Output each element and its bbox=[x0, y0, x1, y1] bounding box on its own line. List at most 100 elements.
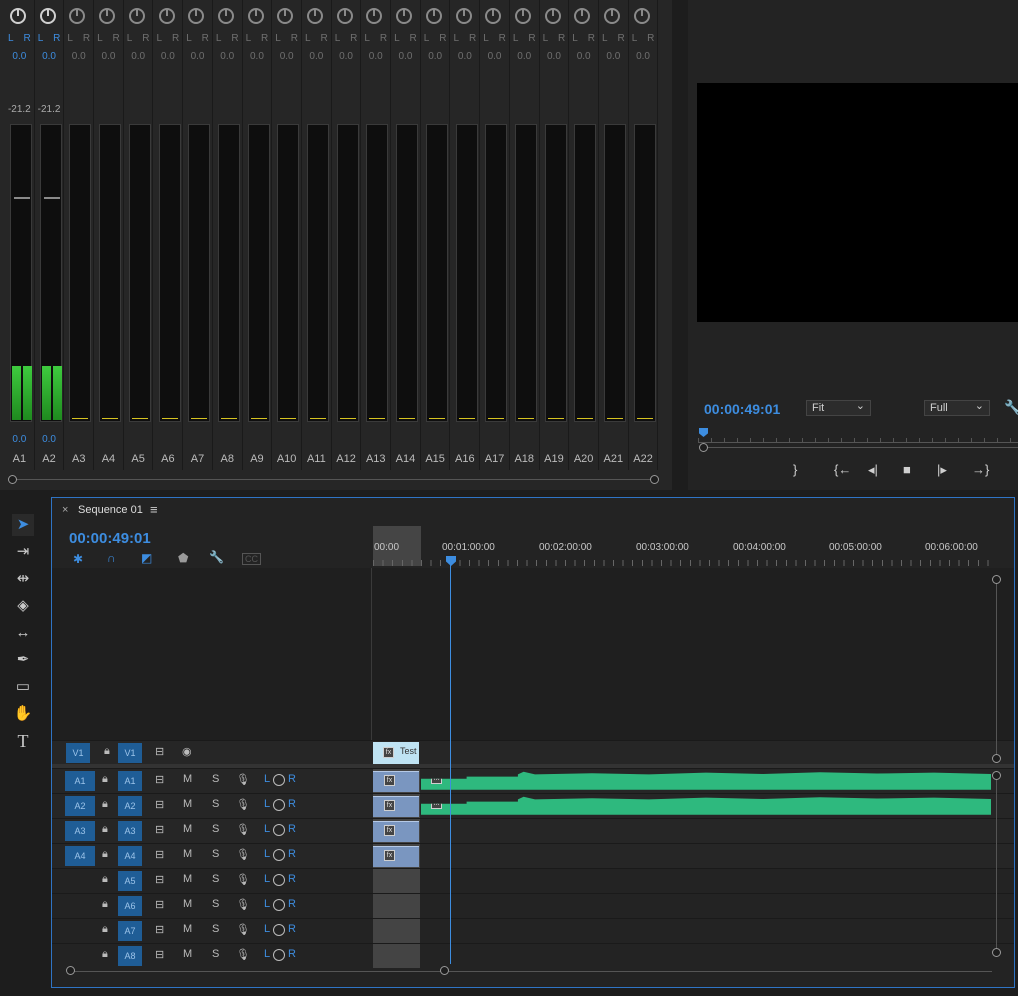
pan-knob[interactable] bbox=[277, 8, 294, 24]
pan-knob-icon[interactable] bbox=[273, 949, 285, 961]
track-target[interactable]: A4 bbox=[118, 846, 142, 866]
volume-meter[interactable] bbox=[188, 124, 211, 422]
pan-knob-icon[interactable] bbox=[273, 774, 285, 786]
pan-knob[interactable] bbox=[633, 8, 650, 24]
volume-meter[interactable] bbox=[544, 124, 567, 422]
lock-icon[interactable]: 🔒︎ bbox=[102, 823, 108, 836]
lock-icon[interactable]: 🔒︎ bbox=[102, 873, 108, 886]
sequence-tab[interactable]: Sequence 01 bbox=[78, 504, 143, 516]
track-target[interactable]: A5 bbox=[118, 871, 142, 891]
volume-meter[interactable] bbox=[158, 124, 181, 422]
volume-meter[interactable] bbox=[10, 124, 32, 422]
snap-icon[interactable]: ∩ bbox=[107, 551, 116, 565]
slip-tool-icon[interactable]: ↔ bbox=[12, 622, 34, 644]
timeline-scroll-end-handle[interactable] bbox=[440, 966, 449, 975]
audio-scroll-bottom-handle[interactable] bbox=[992, 948, 1001, 957]
pan-value[interactable]: 0.0 bbox=[94, 51, 123, 62]
hand-tool-icon[interactable]: ✋ bbox=[12, 703, 34, 725]
volume-meter[interactable] bbox=[485, 124, 508, 422]
monitor-zoom-bar[interactable] bbox=[702, 447, 1018, 448]
pan-value[interactable]: 0.0 bbox=[391, 51, 420, 62]
add-marker-icon[interactable]: ⬟ bbox=[178, 551, 188, 565]
sync-lock-icon[interactable]: ⊟ bbox=[155, 948, 164, 961]
eye-icon[interactable]: ◉ bbox=[182, 745, 192, 758]
video-scroll-top-handle[interactable] bbox=[992, 575, 1001, 584]
volume-meter[interactable] bbox=[99, 124, 122, 422]
volume-value[interactable]: 0.0 bbox=[5, 434, 34, 445]
pan-value[interactable]: 0.0 bbox=[302, 51, 331, 62]
mute-button[interactable]: M bbox=[183, 798, 192, 810]
source-patch[interactable]: A4 bbox=[65, 846, 95, 866]
video-clip-test[interactable]: fx Test bbox=[373, 742, 419, 764]
volume-meter[interactable] bbox=[217, 124, 240, 422]
pan-knob[interactable] bbox=[247, 8, 264, 24]
track-target[interactable]: A3 bbox=[118, 821, 142, 841]
pan-value[interactable]: 0.0 bbox=[421, 51, 450, 62]
volume-meter[interactable] bbox=[336, 124, 359, 422]
pan-knob[interactable] bbox=[158, 8, 175, 24]
pan-value[interactable]: 0.0 bbox=[213, 51, 242, 62]
timeline-scroll-start-handle[interactable] bbox=[66, 966, 75, 975]
pan-value[interactable]: 0.0 bbox=[451, 51, 480, 62]
lock-icon[interactable]: 🔒︎ bbox=[102, 848, 108, 861]
audio-waveform-clip[interactable]: fx bbox=[421, 771, 991, 790]
mute-button[interactable]: M bbox=[183, 823, 192, 835]
sync-lock-icon[interactable]: ⊟ bbox=[155, 898, 164, 911]
volume-meter[interactable] bbox=[128, 124, 151, 422]
volume-meter[interactable] bbox=[247, 124, 270, 422]
pan-value[interactable]: 0.0 bbox=[272, 51, 301, 62]
pan-value[interactable]: 0.0 bbox=[629, 51, 658, 62]
track-target[interactable]: A8 bbox=[118, 946, 142, 966]
lock-icon[interactable]: 🔒︎ bbox=[104, 745, 110, 758]
step-forward-button[interactable]: |▸ bbox=[937, 462, 947, 478]
video-scroll-bottom-handle[interactable] bbox=[992, 754, 1001, 763]
lock-icon[interactable]: 🔒︎ bbox=[102, 798, 108, 811]
track-select-tool-icon[interactable]: ⇥ bbox=[12, 541, 34, 563]
pan-knob[interactable] bbox=[217, 8, 234, 24]
playhead-line[interactable] bbox=[450, 564, 451, 964]
volume-meter[interactable] bbox=[455, 124, 478, 422]
pan-value[interactable]: 0.0 bbox=[183, 51, 212, 62]
razor-tool-icon[interactable]: ◈ bbox=[12, 595, 34, 617]
volume-meter[interactable] bbox=[366, 124, 389, 422]
microphone-icon[interactable]: 🎙︎ bbox=[236, 773, 250, 786]
type-tool-icon[interactable]: T bbox=[12, 730, 34, 752]
solo-button[interactable]: S bbox=[212, 773, 219, 785]
pan-knob[interactable] bbox=[455, 8, 472, 24]
pan-knob[interactable] bbox=[307, 8, 323, 24]
sync-lock-icon[interactable]: ⊟ bbox=[155, 873, 164, 886]
source-patch[interactable]: A1 bbox=[65, 771, 95, 791]
pan-value[interactable]: 0.0 bbox=[243, 51, 272, 62]
sync-lock-icon[interactable]: ⊟ bbox=[155, 798, 164, 811]
close-tab-icon[interactable]: × bbox=[62, 504, 68, 516]
microphone-icon[interactable]: 🎙︎ bbox=[236, 898, 250, 911]
audio-track-a3[interactable]: A3 A3 🔒︎ ⊟ M S 🎙︎ L Rfx bbox=[52, 818, 1014, 843]
captions-icon[interactable]: CC bbox=[242, 553, 261, 565]
audio-clip[interactable]: fx bbox=[373, 846, 419, 867]
mute-button[interactable]: M bbox=[183, 848, 192, 860]
audio-track-a8[interactable]: A8 🔒︎ ⊟ M S 🎙︎ L R bbox=[52, 943, 1014, 968]
playback-resolution-select[interactable]: Full bbox=[924, 399, 990, 416]
pan-value[interactable]: 0.0 bbox=[361, 51, 390, 62]
pan-knob[interactable] bbox=[514, 8, 531, 24]
pan-knob[interactable] bbox=[396, 8, 413, 24]
monitor-zoom-handle[interactable] bbox=[699, 443, 708, 452]
track-target-v1[interactable]: V1 bbox=[118, 743, 142, 763]
audio-clip[interactable]: fx bbox=[373, 796, 419, 817]
mute-button[interactable]: M bbox=[183, 898, 192, 910]
lock-icon[interactable]: 🔒︎ bbox=[102, 898, 108, 911]
pan-knob[interactable] bbox=[485, 8, 502, 24]
pan-knob[interactable] bbox=[336, 8, 353, 24]
pan-knob[interactable] bbox=[39, 8, 56, 24]
audio-clip[interactable]: fx bbox=[373, 821, 419, 842]
pan-knob-icon[interactable] bbox=[273, 874, 285, 886]
volume-value[interactable]: 0.0 bbox=[35, 434, 64, 445]
volume-meter[interactable] bbox=[69, 124, 92, 422]
pan-knob-icon[interactable] bbox=[273, 899, 285, 911]
volume-fader-handle[interactable] bbox=[43, 197, 60, 199]
mute-button[interactable]: M bbox=[183, 873, 192, 885]
pen-tool-icon[interactable]: ✒ bbox=[12, 649, 34, 671]
mute-button[interactable]: M bbox=[183, 773, 192, 785]
volume-meter[interactable] bbox=[633, 124, 656, 422]
pan-knob[interactable] bbox=[425, 8, 442, 24]
